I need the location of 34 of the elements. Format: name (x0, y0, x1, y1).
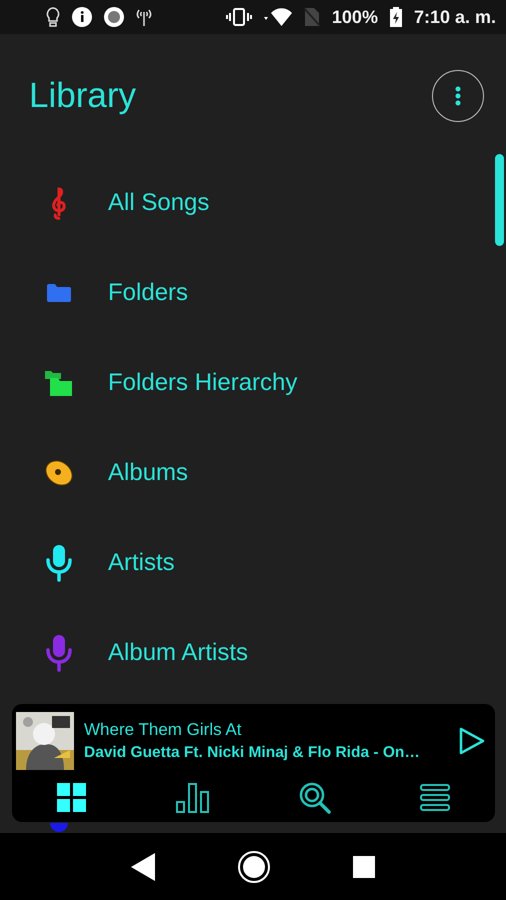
lightbulb-icon (46, 7, 60, 27)
grid-icon (56, 782, 87, 812)
recents-icon[interactable] (352, 856, 375, 878)
vibrate-icon (226, 8, 252, 26)
wifi-icon (264, 7, 292, 27)
library-item[interactable]: Album Artists (108, 639, 248, 667)
scrollbar[interactable] (495, 154, 504, 246)
more-button[interactable] (432, 70, 484, 122)
play-button[interactable] (459, 727, 485, 755)
library-item[interactable]: Artists (108, 549, 175, 577)
battery-charging-icon (390, 7, 402, 27)
bar-chart-icon (176, 782, 210, 812)
clock: 7:10 a. m. (414, 6, 496, 28)
page-title: Library (29, 76, 136, 116)
battery-percent: 100% (332, 6, 378, 28)
home-icon[interactable] (238, 850, 270, 882)
info-icon (72, 7, 92, 27)
play-icon (459, 727, 485, 755)
back-icon[interactable] (131, 852, 156, 880)
record-icon (104, 7, 124, 27)
menu-icon (420, 784, 450, 812)
nav-tab[interactable] (54, 780, 89, 814)
library-item[interactable]: Folders Hierarchy (108, 369, 298, 397)
antenna-icon (136, 8, 152, 26)
nav-tab[interactable] (418, 782, 452, 814)
song-title[interactable]: Where Them Girls At (84, 720, 449, 740)
library-item[interactable]: Folders (108, 279, 188, 307)
song-artist[interactable]: David Guetta Ft. Nicki Minaj & Flo Rida - On… (84, 744, 449, 762)
nav-tab[interactable] (174, 780, 212, 814)
library-item[interactable]: All Songs (108, 189, 210, 217)
library-item[interactable]: Albums (108, 459, 188, 487)
no-sim-icon (304, 7, 320, 27)
search-icon (299, 782, 332, 814)
more-icon (455, 86, 461, 106)
